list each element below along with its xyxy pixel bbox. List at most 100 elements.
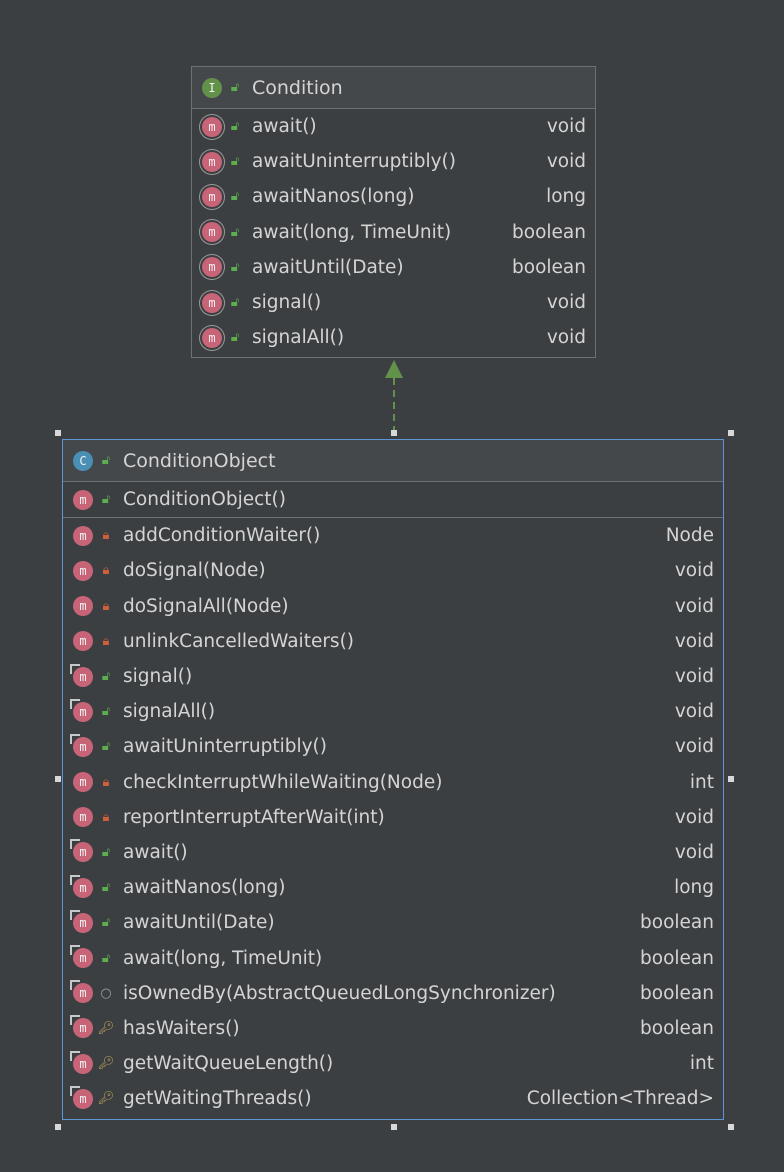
- method-row[interactable]: m 🔓︎ await() void: [192, 109, 595, 144]
- method-row[interactable]: m 🔓︎ signalAll() void: [192, 320, 595, 355]
- method-row[interactable]: m 🔓︎ await(long, TimeUnit) boolean: [192, 215, 595, 250]
- public-visibility-icon: 🔓︎: [101, 492, 111, 508]
- method-icon: m: [70, 980, 93, 1004]
- method-name: doSignal(Node): [123, 560, 266, 582]
- method-return-type: boolean: [640, 1017, 714, 1039]
- interface-condition-node[interactable]: I 🔓︎ Condition m 🔓︎ await() void m 🔓︎ awaitUni…: [191, 66, 596, 358]
- package-visibility-icon: ○: [100, 985, 112, 1001]
- method-return-type: int: [689, 771, 714, 793]
- method-return-type: boolean: [512, 256, 586, 278]
- method-name: awaitNanos(long): [252, 186, 415, 208]
- method-return-type: void: [546, 151, 586, 173]
- method-row[interactable]: m 🔓︎ await() void: [63, 835, 723, 870]
- private-visibility-icon: 🔒︎: [102, 774, 110, 790]
- method-return-type: void: [546, 116, 586, 138]
- method-name: checkInterruptWhileWaiting(Node): [123, 771, 443, 793]
- private-visibility-icon: 🔒︎: [102, 598, 110, 614]
- method-row[interactable]: m 🔓︎ signal() void: [192, 285, 595, 320]
- method-row[interactable]: m 🔓︎ awaitUntil(Date) boolean: [63, 905, 723, 940]
- method-icon: m: [70, 698, 93, 722]
- method-name: awaitUntil(Date): [252, 256, 404, 278]
- public-visibility-icon: 🔓︎: [230, 295, 240, 311]
- method-row[interactable]: m 🔓︎ awaitUninterruptibly() void: [192, 144, 595, 179]
- abstract-method-icon: m: [202, 186, 222, 207]
- method-row[interactable]: m 🔓︎ awaitNanos(long) long: [192, 179, 595, 214]
- method-icon: m: [73, 807, 93, 828]
- method-row[interactable]: m 🔑︎ getWaitQueueLength() int: [63, 1046, 723, 1081]
- resize-handle-left[interactable]: [55, 776, 61, 782]
- method-icon: m: [70, 909, 93, 933]
- method-return-type: void: [546, 327, 586, 349]
- method-return-type: void: [674, 736, 714, 758]
- public-visibility-icon: 🔓︎: [101, 453, 111, 468]
- class-name: ConditionObject: [123, 449, 276, 472]
- public-visibility-icon: 🔓︎: [230, 189, 240, 205]
- method-row[interactable]: m 🔓︎ signalAll() void: [63, 694, 723, 729]
- resize-handle-bottom-left[interactable]: [55, 1124, 61, 1130]
- private-visibility-icon: 🔒︎: [102, 633, 110, 649]
- abstract-method-icon: m: [202, 327, 222, 348]
- method-row[interactable]: m 🔓︎ signal() void: [63, 659, 723, 694]
- public-visibility-icon: 🔓︎: [101, 669, 111, 685]
- interface-method-list: m 🔓︎ await() void m 🔓︎ awaitUninterruptibly() v…: [192, 109, 595, 355]
- public-visibility-icon: 🔓︎: [230, 224, 240, 240]
- resize-handle-right[interactable]: [728, 776, 734, 782]
- method-return-type: Collection<Thread>: [526, 1088, 714, 1110]
- method-name: await(long, TimeUnit): [123, 947, 323, 969]
- method-row[interactable]: m 🔒︎ addConditionWaiter() Node: [63, 518, 723, 553]
- abstract-method-icon: m: [202, 151, 222, 172]
- constructor-row[interactable]: m 🔓︎ ConditionObject(): [63, 482, 723, 517]
- method-icon: m: [70, 839, 93, 863]
- abstract-method-icon: m: [202, 116, 222, 137]
- method-row[interactable]: m 🔓︎ awaitUninterruptibly() void: [63, 729, 723, 764]
- method-return-type: boolean: [640, 982, 714, 1004]
- class-conditionobject-node[interactable]: C 🔓︎ ConditionObject m 🔓︎ ConditionObjec…: [62, 439, 724, 1120]
- method-icon: m: [73, 560, 93, 581]
- interface-header[interactable]: I 🔓︎ Condition: [192, 67, 595, 109]
- private-visibility-icon: 🔒︎: [102, 809, 110, 825]
- interface-name: Condition: [252, 76, 343, 99]
- method-return-type: boolean: [640, 947, 714, 969]
- constructor-section: m 🔓︎ ConditionObject(): [63, 482, 723, 519]
- method-return-type: void: [674, 806, 714, 828]
- method-row[interactable]: m ○ isOwnedBy(AbstractQueuedLongSynchroniz…: [63, 976, 723, 1011]
- resize-handle-bottom-right[interactable]: [728, 1124, 734, 1130]
- resize-handle-top[interactable]: [391, 430, 397, 436]
- method-name: await(): [252, 116, 317, 138]
- public-visibility-icon: 🔓︎: [230, 80, 240, 95]
- method-icon: m: [70, 1085, 93, 1109]
- method-row[interactable]: m 🔓︎ awaitUntil(Date) boolean: [192, 250, 595, 285]
- method-row[interactable]: m 🔑︎ getWaitingThreads() Collection<Thread>: [63, 1081, 723, 1116]
- method-name: hasWaiters(): [123, 1017, 240, 1039]
- method-row[interactable]: m 🔒︎ doSignalAll(Node) void: [63, 589, 723, 624]
- method-name: isOwnedBy(AbstractQueuedLongSynchronizer…: [123, 982, 556, 1004]
- method-row[interactable]: m 🔒︎ checkInterruptWhileWaiting(Node) int: [63, 765, 723, 800]
- private-visibility-icon: 🔒︎: [102, 563, 110, 579]
- method-row[interactable]: m 🔒︎ unlinkCancelledWaiters() void: [63, 624, 723, 659]
- public-visibility-icon: 🔓︎: [230, 119, 240, 135]
- method-name: awaitUntil(Date): [123, 912, 275, 934]
- public-visibility-icon: 🔓︎: [101, 950, 111, 966]
- method-return-type: long: [674, 877, 714, 899]
- method-row[interactable]: m 🔒︎ doSignal(Node) void: [63, 553, 723, 588]
- method-return-type: void: [674, 666, 714, 688]
- resize-handle-bottom[interactable]: [391, 1124, 397, 1130]
- public-visibility-icon: 🔓︎: [230, 330, 240, 346]
- method-icon: m: [73, 489, 93, 510]
- class-header[interactable]: C 🔓︎ ConditionObject: [63, 440, 723, 482]
- method-return-type: void: [674, 841, 714, 863]
- method-name: signalAll(): [252, 327, 345, 349]
- method-row[interactable]: m 🔓︎ awaitNanos(long) long: [63, 870, 723, 905]
- resize-handle-top-left[interactable]: [55, 430, 61, 436]
- method-row[interactable]: m 🔓︎ await(long, TimeUnit) boolean: [63, 940, 723, 975]
- method-name: addConditionWaiter(): [123, 525, 321, 547]
- method-row[interactable]: m 🔑︎ hasWaiters() boolean: [63, 1011, 723, 1046]
- method-name: await(long, TimeUnit): [252, 221, 452, 243]
- method-name: signalAll(): [123, 701, 216, 723]
- method-name: signal(): [252, 292, 322, 314]
- resize-handle-top-right[interactable]: [728, 430, 734, 436]
- abstract-method-icon: m: [202, 292, 222, 313]
- method-row[interactable]: m 🔒︎ reportInterruptAfterWait(int) void: [63, 800, 723, 835]
- method-return-type: int: [689, 1053, 714, 1075]
- method-icon: m: [73, 631, 93, 652]
